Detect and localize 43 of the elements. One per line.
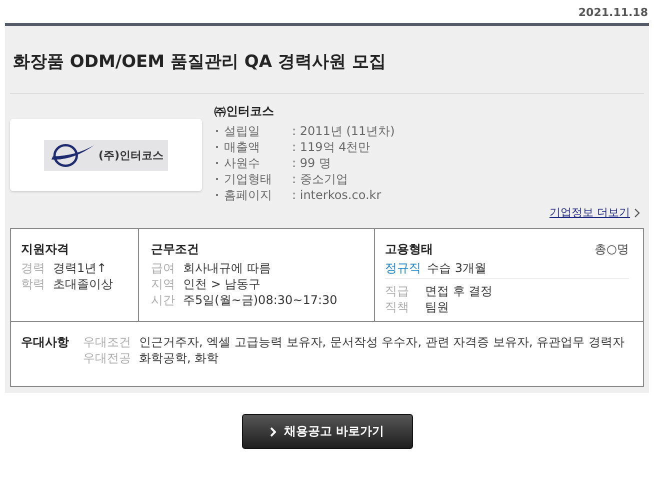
chevron-right-icon xyxy=(270,426,276,436)
field-label: 우대전공 xyxy=(83,350,132,366)
fact-value: : interkos.co.kr xyxy=(292,187,382,203)
field-value: 면접 후 결정 xyxy=(425,283,493,299)
fact-value: : 중소기업 xyxy=(292,171,348,187)
section-heading: 우대사항 xyxy=(21,334,69,351)
company-info-link[interactable]: 기업정보 더보기 xyxy=(550,205,630,220)
fact-label: 설립일 xyxy=(224,123,261,139)
probation-note: 수습 3개월 xyxy=(427,260,486,276)
field-value: 경력1년↑ xyxy=(53,260,107,276)
field-value: 인천 > 남동구 xyxy=(183,276,261,292)
headcount: 총○명 xyxy=(594,241,629,258)
fact-label: 기업형태 xyxy=(224,171,273,187)
field-label: 직급 xyxy=(385,283,410,299)
section-heading: 지원자격 xyxy=(21,241,70,258)
fact-value: : 2011년 (11년차) xyxy=(292,123,395,139)
employment-type: 정규직 xyxy=(385,260,421,276)
fact-label: 홈페이지 xyxy=(224,187,273,203)
field-value: 화학공학, 화학 xyxy=(139,350,220,366)
fact-label: 사원수 xyxy=(224,155,261,171)
field-value: 초대졸이상 xyxy=(53,276,113,292)
field-label: 직책 xyxy=(385,299,410,315)
field-label: 우대조건 xyxy=(83,334,132,350)
fact-value: : 119억 4천만 xyxy=(292,139,370,155)
section-heading: 고용형태 xyxy=(385,241,433,258)
field-value: 팀원 xyxy=(425,299,449,315)
field-label: 경력 xyxy=(21,260,46,276)
section-heading: 근무조건 xyxy=(151,241,200,258)
field-label: 시간 xyxy=(151,292,176,308)
fact-value: : 99 명 xyxy=(292,155,331,171)
field-label: 지역 xyxy=(151,276,176,292)
field-value: 주5일(월~금)08:30~17:30 xyxy=(183,292,338,308)
fact-label: 매출액 xyxy=(224,139,261,155)
chevron-right-icon xyxy=(634,208,640,218)
field-label: 급여 xyxy=(151,260,176,276)
company-logo: (주)인터코스 xyxy=(44,140,168,170)
field-value: 회사내규에 따름 xyxy=(183,260,271,276)
field-label: 학력 xyxy=(21,276,46,292)
posting-date: 2021.11.18 xyxy=(577,5,649,21)
company-name: ㈜인터코스 xyxy=(214,103,275,120)
job-title: 화장품 ODM/OEM 품질관리 QA 경력사원 모집 xyxy=(10,26,644,94)
field-value: 인근거주자, 엑셀 고급능력 보유자, 문서작성 우수자, 관련 자격증 보유자, 유관업무 경력자 xyxy=(139,334,624,350)
apply-button[interactable]: 채용공고 바로가기 xyxy=(242,414,412,449)
